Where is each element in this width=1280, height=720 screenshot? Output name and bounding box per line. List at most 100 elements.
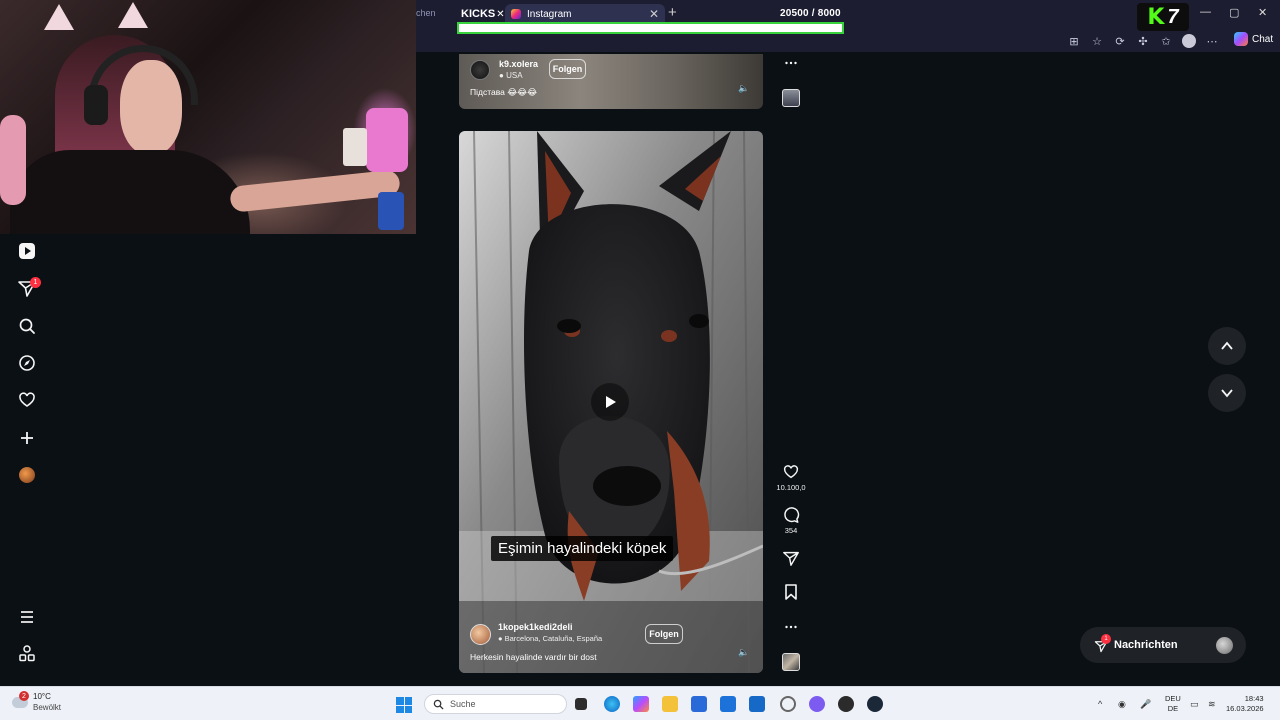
clock-time: 18:43: [1244, 694, 1264, 703]
reel-location-label: Barcelona, Cataluña, España: [504, 634, 603, 643]
file-explorer-icon[interactable]: [662, 696, 678, 712]
weather-temperature: 10°C: [33, 692, 51, 701]
reel-location-label: USA: [506, 71, 523, 80]
messages-avatar: [1216, 637, 1233, 654]
reel-username[interactable]: 1kopek1kedi2deli: [498, 622, 573, 632]
outlook-icon[interactable]: [720, 696, 736, 712]
save-button[interactable]: [781, 583, 801, 601]
messages-badge: 1: [1101, 634, 1111, 644]
audio-icon[interactable]: 🔈: [738, 647, 749, 658]
photos-icon[interactable]: [749, 696, 765, 712]
comment-count: 354: [784, 526, 798, 535]
cat-ear-headband-right: [118, 2, 148, 28]
tab-instagram[interactable]: Instagram ✕: [505, 4, 665, 24]
reels-icon[interactable]: [17, 241, 37, 261]
new-tab-button[interactable]: +: [668, 4, 677, 21]
share-button[interactable]: [781, 549, 801, 567]
profile-avatar[interactable]: [19, 467, 35, 483]
heart-icon[interactable]: [17, 390, 37, 410]
reel-username[interactable]: k9.xolera: [499, 59, 538, 69]
chat-label: Chat: [1252, 33, 1274, 45]
follow-button[interactable]: Folgen: [645, 624, 683, 644]
goal-progress-bar: [457, 22, 844, 34]
language-code: DEU: [1165, 694, 1181, 703]
search-placeholder: Suche: [450, 699, 476, 709]
search-icon: [433, 699, 444, 710]
tab-kick[interactable]: KICKS ✕: [455, 4, 505, 24]
play-button[interactable]: [591, 383, 629, 421]
meta-apps-icon[interactable]: [17, 644, 37, 664]
more-options-icon[interactable]: [781, 56, 801, 70]
previous-reel-button[interactable]: [1208, 327, 1246, 365]
minimize-icon[interactable]: —: [1200, 6, 1211, 18]
next-reel-button[interactable]: [1208, 374, 1246, 412]
weather-description: Bewölkt: [33, 703, 62, 712]
language-indicator[interactable]: DEU DE: [1165, 694, 1181, 714]
maximize-icon[interactable]: ▢: [1229, 6, 1239, 19]
menu-icon[interactable]: [17, 607, 37, 627]
close-icon[interactable]: ✕: [496, 9, 504, 20]
audio-thumbnail[interactable]: [782, 653, 800, 671]
streamer-arm: [229, 169, 401, 213]
wifi-icon[interactable]: ≋: [1208, 699, 1216, 710]
browser-toolbar: ⊞ ☆ ⟳ ✣ ✩ ⋯: [1066, 33, 1220, 49]
refresh-icon[interactable]: ⟳: [1112, 33, 1128, 49]
tab-instagram-label: Instagram: [527, 8, 572, 20]
steam-icon[interactable]: [867, 696, 883, 712]
copilot-app-icon[interactable]: [633, 696, 649, 712]
extensions-icon[interactable]: ✣: [1135, 33, 1151, 49]
favorites-icon[interactable]: ✩: [1158, 33, 1174, 49]
more-menu-icon[interactable]: ⋯: [1204, 33, 1220, 49]
microphone-icon[interactable]: 🎤: [1140, 699, 1151, 710]
favorite-star-icon[interactable]: ☆: [1089, 33, 1105, 49]
comment-button[interactable]: 354: [781, 506, 801, 535]
headset-ear: [84, 85, 108, 125]
play-icon: [606, 396, 616, 408]
follow-button[interactable]: Folgen: [549, 59, 586, 79]
copilot-chat-button[interactable]: Chat: [1234, 32, 1273, 46]
start-button[interactable]: [396, 697, 412, 713]
display-icon[interactable]: ▭: [1190, 699, 1199, 710]
tray-network-icon[interactable]: ◉: [1118, 699, 1126, 710]
reel-author-avatar[interactable]: [470, 60, 490, 80]
discord-icon[interactable]: [809, 696, 825, 712]
task-view-icon[interactable]: [575, 698, 587, 710]
reel-caption: Підстава 😂😂😂: [470, 87, 538, 97]
like-button[interactable]: 10.100,0: [776, 463, 806, 492]
goal-counter: 20500 / 8000: [780, 8, 841, 19]
settings-gear-icon[interactable]: [780, 696, 796, 712]
messages-label: Nachrichten: [1114, 639, 1178, 651]
reel-previous[interactable]: k9.xolera ● USA Folgen Підстава 😂😂😂 🔈: [459, 54, 763, 109]
edge-browser-icon[interactable]: [604, 696, 620, 712]
keyboard-layout: DE: [1167, 704, 1179, 713]
app-install-icon[interactable]: ⊞: [1066, 33, 1082, 49]
tab-kick-label: KICKS: [461, 8, 496, 20]
reel-author-avatar[interactable]: [470, 624, 491, 645]
windows-taskbar: 2 10°C Bewölkt Suche ^ ◉ 🎤 DEU DE ▭ ≋ 18…: [0, 686, 1280, 720]
location-pin-icon: ●: [499, 71, 504, 80]
webcam-overlay: [0, 0, 416, 234]
background-tab-label[interactable]: chen: [416, 8, 436, 18]
obs-icon[interactable]: [838, 696, 854, 712]
tray-chevron-up-icon[interactable]: ^: [1098, 699, 1102, 709]
energy-can: [378, 192, 404, 230]
window-close-icon[interactable]: ✕: [1258, 6, 1267, 19]
search-icon[interactable]: [17, 316, 37, 336]
profile-icon[interactable]: [1181, 33, 1197, 49]
instagram-icon: [511, 9, 521, 19]
audio-thumbnail[interactable]: [782, 89, 800, 107]
audio-icon[interactable]: 🔈: [738, 83, 749, 94]
store-icon[interactable]: [691, 696, 707, 712]
reel-video[interactable]: Eşimin hayalindeki köpek 1kopek1kedi2del…: [459, 131, 763, 673]
cup: [343, 128, 367, 166]
video-subtitle: Eşimin hayalindeki köpek: [491, 536, 674, 561]
streamer-body: [10, 150, 250, 234]
more-options-icon[interactable]: [781, 620, 801, 634]
messages-button[interactable]: 1 Nachrichten: [1080, 627, 1246, 663]
taskbar-search[interactable]: Suche: [424, 694, 567, 714]
clock[interactable]: 18:43 16.03.2026: [1226, 694, 1264, 714]
weather-badge: 2: [19, 691, 29, 701]
close-icon[interactable]: ✕: [649, 7, 659, 21]
create-plus-icon[interactable]: [17, 428, 37, 448]
explore-icon[interactable]: [17, 353, 37, 373]
